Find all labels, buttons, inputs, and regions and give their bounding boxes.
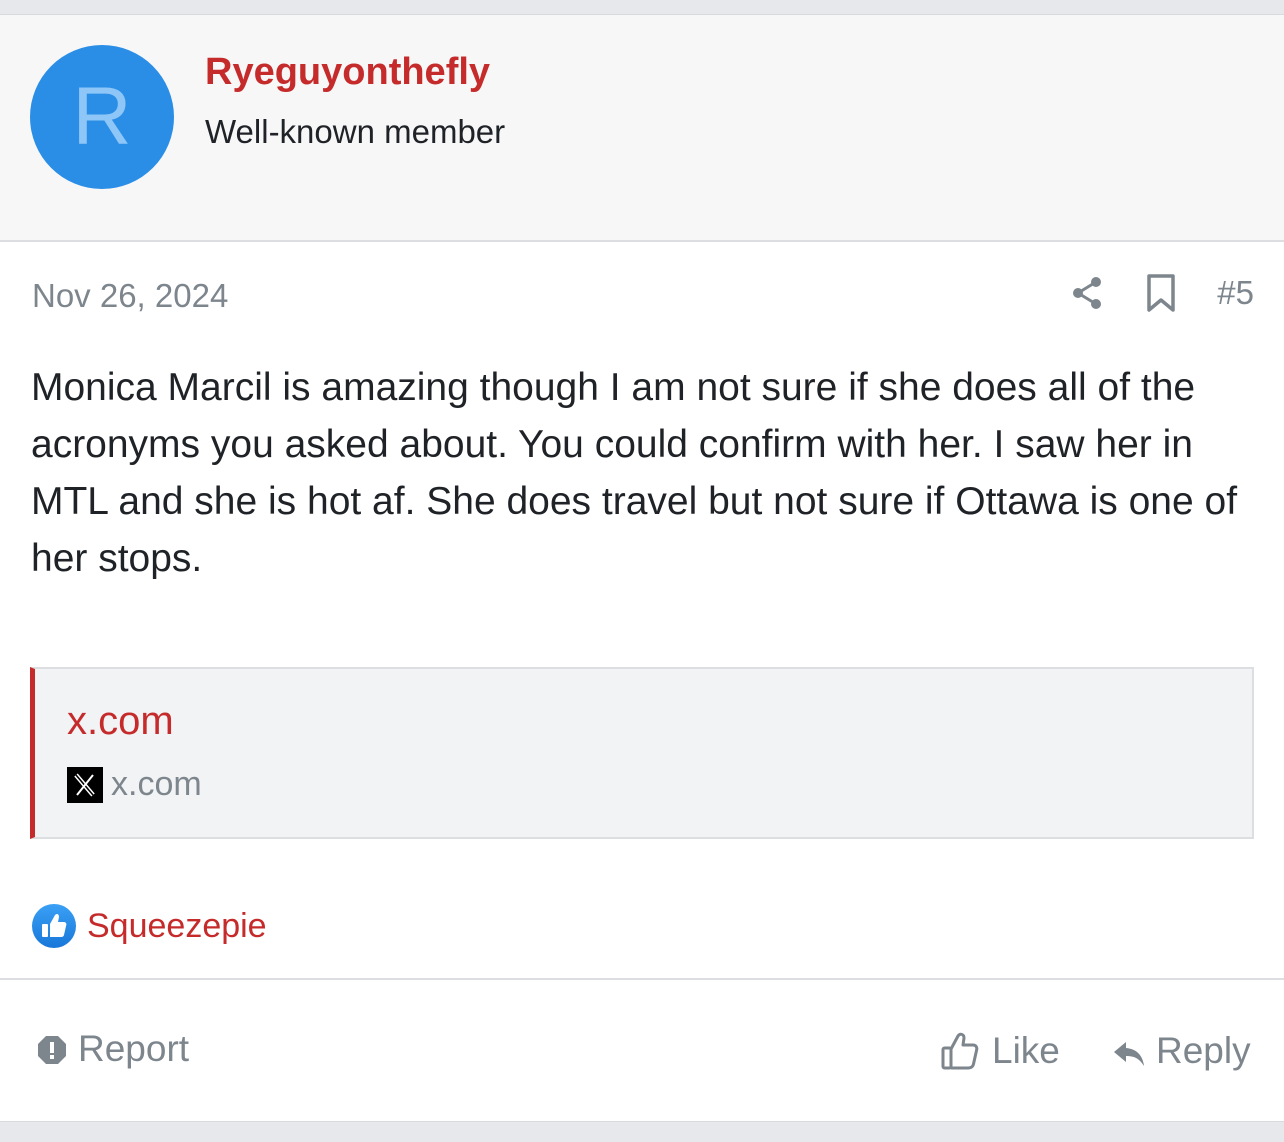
forum-post: R Ryeguyonthefly Well-known member Nov 2… — [0, 14, 1284, 1122]
avatar[interactable]: R — [30, 45, 174, 189]
embed-title-link[interactable]: x.com — [67, 699, 174, 744]
share-icon[interactable] — [1069, 273, 1105, 313]
report-button[interactable]: Report — [36, 1028, 189, 1070]
post-user-header: R Ryeguyonthefly Well-known member — [0, 15, 1284, 242]
embed-domain: x.com — [67, 765, 202, 804]
post-body: Monica Marcil is amazing though I am not… — [31, 366, 1238, 580]
like-button[interactable]: Like — [940, 1030, 1060, 1072]
thumbs-up-icon — [31, 903, 77, 949]
report-icon — [36, 1033, 68, 1065]
reply-icon — [1112, 1036, 1146, 1066]
post-date-link[interactable]: Nov 26, 2024 — [32, 277, 228, 315]
user-title: Well-known member — [205, 113, 506, 150]
post-footer: Report Like Reply — [0, 978, 1284, 1123]
like-label: Like — [992, 1030, 1060, 1071]
embed-domain-text: x.com — [111, 765, 202, 803]
username-link[interactable]: Ryeguyonthefly — [205, 51, 490, 94]
post-meta-actions: #5 — [1069, 273, 1254, 313]
reactions-bar[interactable]: Squeezepie — [31, 903, 267, 949]
x-logo-icon — [67, 766, 103, 803]
post-number-link[interactable]: #5 — [1217, 274, 1254, 312]
link-embed[interactable]: x.com x.com — [30, 667, 1254, 839]
bookmark-icon[interactable] — [1143, 273, 1179, 313]
reaction-user-link[interactable]: Squeezepie — [87, 907, 267, 946]
reply-button[interactable]: Reply — [1112, 1030, 1251, 1072]
thumbs-up-outline-icon — [940, 1030, 980, 1072]
reply-label: Reply — [1156, 1030, 1251, 1071]
report-label: Report — [78, 1028, 190, 1069]
